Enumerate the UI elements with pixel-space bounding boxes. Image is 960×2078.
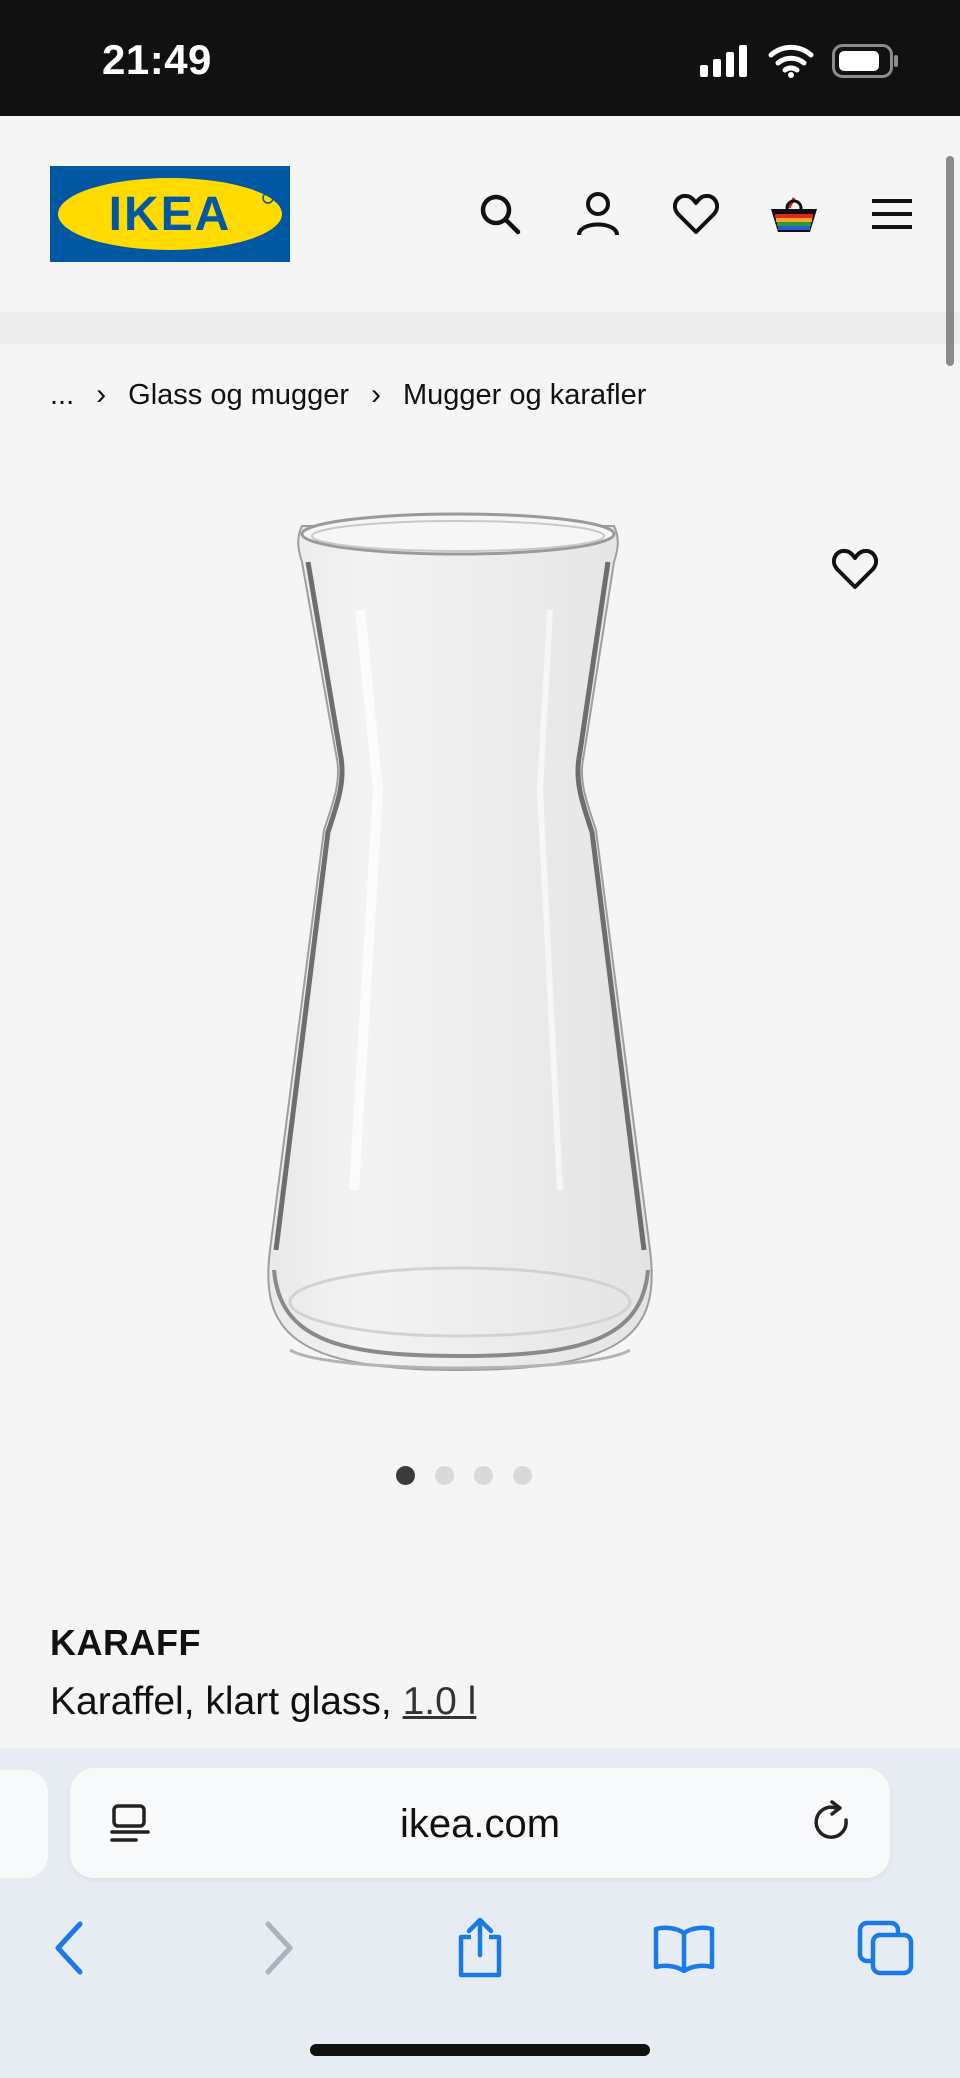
reload-icon[interactable] [810,1800,856,1846]
cellular-signal-icon [700,45,750,82]
svg-text:IKEA: IKEA [109,188,232,241]
status-bar: 21:49 [0,0,960,116]
search-icon[interactable] [470,184,530,244]
forward-icon[interactable] [238,1908,318,1988]
header-actions [470,184,922,244]
carousel-dot-2[interactable] [435,1466,454,1485]
ikea-logo[interactable]: IKEA [50,166,290,262]
wifi-icon [768,44,814,83]
carousel-dot-4[interactable] [513,1466,532,1485]
share-icon[interactable] [440,1908,520,1988]
site-header: IKEA [0,116,960,312]
header-divider [0,312,960,344]
back-icon[interactable] [30,1908,110,1988]
url-text: ikea.com [399,1802,561,1846]
breadcrumb-item-mugger-og-karafler[interactable]: Mugger og karafler [403,379,646,412]
image-carousel-dots [0,1466,944,1485]
tabs-icon[interactable] [846,1908,926,1988]
menu-icon[interactable] [862,184,922,244]
product-size-link[interactable]: 1.0 l [403,1680,477,1723]
product-image[interactable] [250,490,710,1420]
wishlist-icon[interactable] [666,184,726,244]
battery-icon [832,44,900,83]
product-name: KARAFF [50,1622,201,1663]
previous-tab-peek[interactable] [0,1770,48,1878]
add-to-wishlist-button[interactable] [832,548,892,604]
breadcrumb-separator: › [371,378,381,411]
breadcrumb-separator: › [96,378,107,411]
status-time: 21:49 [102,36,212,83]
status-icons [700,44,900,83]
product-description-text: Karaffel, klart glass, [50,1680,392,1723]
scrollbar[interactable] [946,156,954,366]
breadcrumb: ... › Glass og mugger › Mugger og karafl… [50,378,646,412]
browser-nav-row [0,1908,960,2008]
cart-icon[interactable] [764,184,824,244]
account-icon[interactable] [568,184,628,244]
address-bar[interactable]: ikea.com [70,1768,890,1878]
home-indicator[interactable] [310,2044,650,2056]
carousel-dot-3[interactable] [474,1466,493,1485]
carousel-dot-1[interactable] [396,1466,415,1485]
browser-toolbar: ikea.com [0,1748,960,2078]
product-description: Karaffel, klart glass, 1.0 l [50,1680,476,1724]
breadcrumb-item-more[interactable]: ... [50,379,74,412]
breadcrumb-item-glass-og-mugger[interactable]: Glass og mugger [128,379,349,412]
bookmarks-icon[interactable] [644,1908,724,1988]
